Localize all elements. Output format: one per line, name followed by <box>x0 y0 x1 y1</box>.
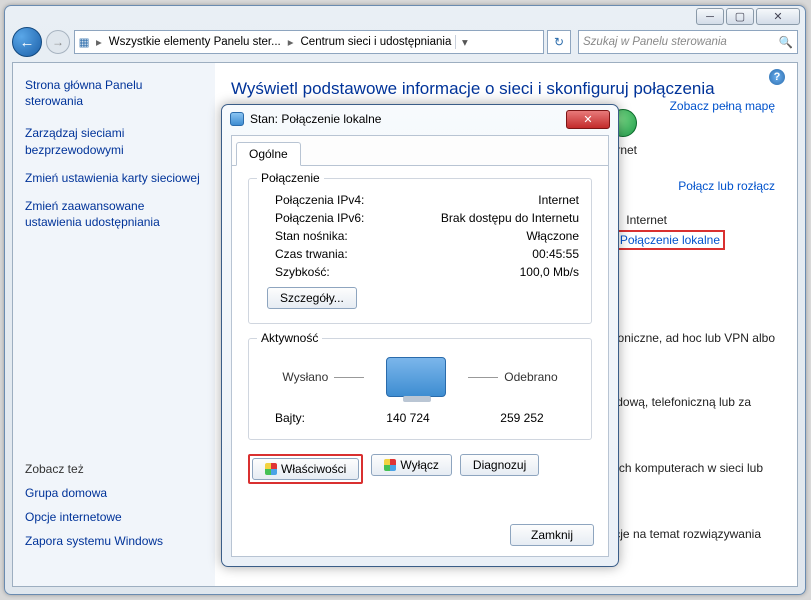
address-dropdown[interactable]: ▾ <box>455 35 473 49</box>
dialog-title: Stan: Połączenie lokalne <box>250 112 381 126</box>
text-fragment-2: vodową, telefoniczną lub za <box>604 395 751 409</box>
title-bar: ─ ▢ ✕ <box>5 6 805 26</box>
forward-button[interactable]: → <box>46 30 70 54</box>
full-map-link[interactable]: Zobacz pełną mapę <box>670 99 775 113</box>
network-status-icon <box>230 112 244 126</box>
row-ipv6: Połączenia IPv6:Brak dostępu do Internet… <box>261 211 579 225</box>
search-placeholder: Szukaj w Panelu sterowania <box>583 36 727 48</box>
control-panel-icon: ▦ <box>75 35 93 49</box>
breadcrumb-sep: ▸ <box>285 35 297 49</box>
activity-group-label: Aktywność <box>257 331 322 345</box>
minimize-button[interactable]: ─ <box>696 8 724 25</box>
connection-group-label: Połączenie <box>257 171 324 185</box>
dialog-title-bar[interactable]: Stan: Połączenie lokalne ✕ <box>222 105 618 133</box>
bytes-row: Bajty: 140 724 259 252 <box>261 411 579 425</box>
dialog-body: Ogólne Połączenie Połączenia IPv4:Intern… <box>231 135 609 557</box>
address-bar[interactable]: ▦ ▸ Wszystkie elementy Panelu ster... ▸ … <box>74 30 544 54</box>
text-fragment-1: telefoniczne, ad hoc lub VPN albo <box>595 331 775 345</box>
close-button[interactable]: ✕ <box>756 8 800 25</box>
sidebar-link-adapter[interactable]: Zmień ustawienia karty sieciowej <box>25 170 203 186</box>
bytes-sent: 140 724 <box>351 411 465 425</box>
maximize-button[interactable]: ▢ <box>726 8 754 25</box>
dialog-close-button[interactable]: ✕ <box>566 110 610 129</box>
connect-disconnect-link[interactable]: Połącz lub rozłącz <box>678 179 775 193</box>
recv-label: Odebrano <box>468 370 557 384</box>
help-icon[interactable]: ? <box>769 69 785 85</box>
back-button[interactable]: ← <box>12 27 42 57</box>
tab-general[interactable]: Ogólne <box>236 142 301 166</box>
row-ipv4: Połączenia IPv4:Internet <box>261 193 579 207</box>
disable-button[interactable]: Wyłącz <box>371 454 452 476</box>
close-button[interactable]: Zamknij <box>510 524 594 546</box>
row-media: Stan nośnika:Włączone <box>261 229 579 243</box>
text-fragment-3: ych komputerach w sieci lub <box>613 461 763 475</box>
row-speed: Szybkość:100,0 Mb/s <box>261 265 579 279</box>
dialog-footer: Zamknij <box>510 524 594 546</box>
seealso-internet-options[interactable]: Opcje internetowe <box>25 510 203 524</box>
diagnose-button[interactable]: Diagnozuj <box>460 454 539 476</box>
status-dialog: Stan: Połączenie lokalne ✕ Ogólne Połącz… <box>221 104 619 567</box>
search-box[interactable]: Szukaj w Panelu sterowania 🔍 <box>578 30 798 54</box>
sidebar-link-sharing[interactable]: Zmień zaawansowane ustawienia udostępnia… <box>25 198 203 230</box>
internet-label-2: Internet <box>626 213 667 227</box>
text-fragment-4: cje na temat rozwiązywania <box>614 527 761 541</box>
tab-content: Połączenie Połączenia IPv4:Internet Połą… <box>232 166 608 496</box>
breadcrumb-seg-2[interactable]: Centrum sieci i udostępniania <box>297 36 456 48</box>
row-duration: Czas trwania:00:45:55 <box>261 247 579 261</box>
seealso-firewall[interactable]: Zapora systemu Windows <box>25 534 203 548</box>
nav-bar: ← → ▦ ▸ Wszystkie elementy Panelu ster..… <box>12 26 798 58</box>
breadcrumb-seg-1[interactable]: Wszystkie elementy Panelu ster... <box>105 36 285 48</box>
search-icon: 🔍 <box>779 35 793 49</box>
seealso-header: Zobacz też <box>25 462 203 476</box>
seealso-homegroup[interactable]: Grupa domowa <box>25 486 203 500</box>
properties-highlight: Właściwości <box>248 454 363 484</box>
activity-visual: Wysłano Odebrano <box>261 357 579 397</box>
details-button[interactable]: Szczegóły... <box>267 287 357 309</box>
sidebar-link-wireless[interactable]: Zarządzaj sieciami bezprzewodowymi <box>25 125 203 157</box>
sent-label: Wysłano <box>282 370 364 384</box>
bytes-recv: 259 252 <box>465 411 579 425</box>
button-row: Właściwości Wyłącz Diagnozuj <box>248 454 592 484</box>
connection-group: Połączenie Połączenia IPv4:Internet Połą… <box>248 178 592 324</box>
computers-icon <box>386 357 446 397</box>
sidebar-home-link[interactable]: Strona główna Panelu sterowania <box>25 77 203 109</box>
tab-strip: Ogólne <box>232 136 608 166</box>
sidebar: Strona główna Panelu sterowania Zarządza… <box>13 63 215 586</box>
refresh-button[interactable]: ↻ <box>547 30 571 54</box>
page-title: Wyświetl podstawowe informacje o sieci i… <box>231 79 781 99</box>
activity-group: Aktywność Wysłano Odebrano Bajty: 140 72… <box>248 338 592 440</box>
breadcrumb-sep: ▸ <box>93 35 105 49</box>
local-connection-link[interactable]: Połączenie lokalne <box>615 230 725 250</box>
bytes-label: Bajty: <box>261 411 351 425</box>
properties-button[interactable]: Właściwości <box>252 458 359 480</box>
